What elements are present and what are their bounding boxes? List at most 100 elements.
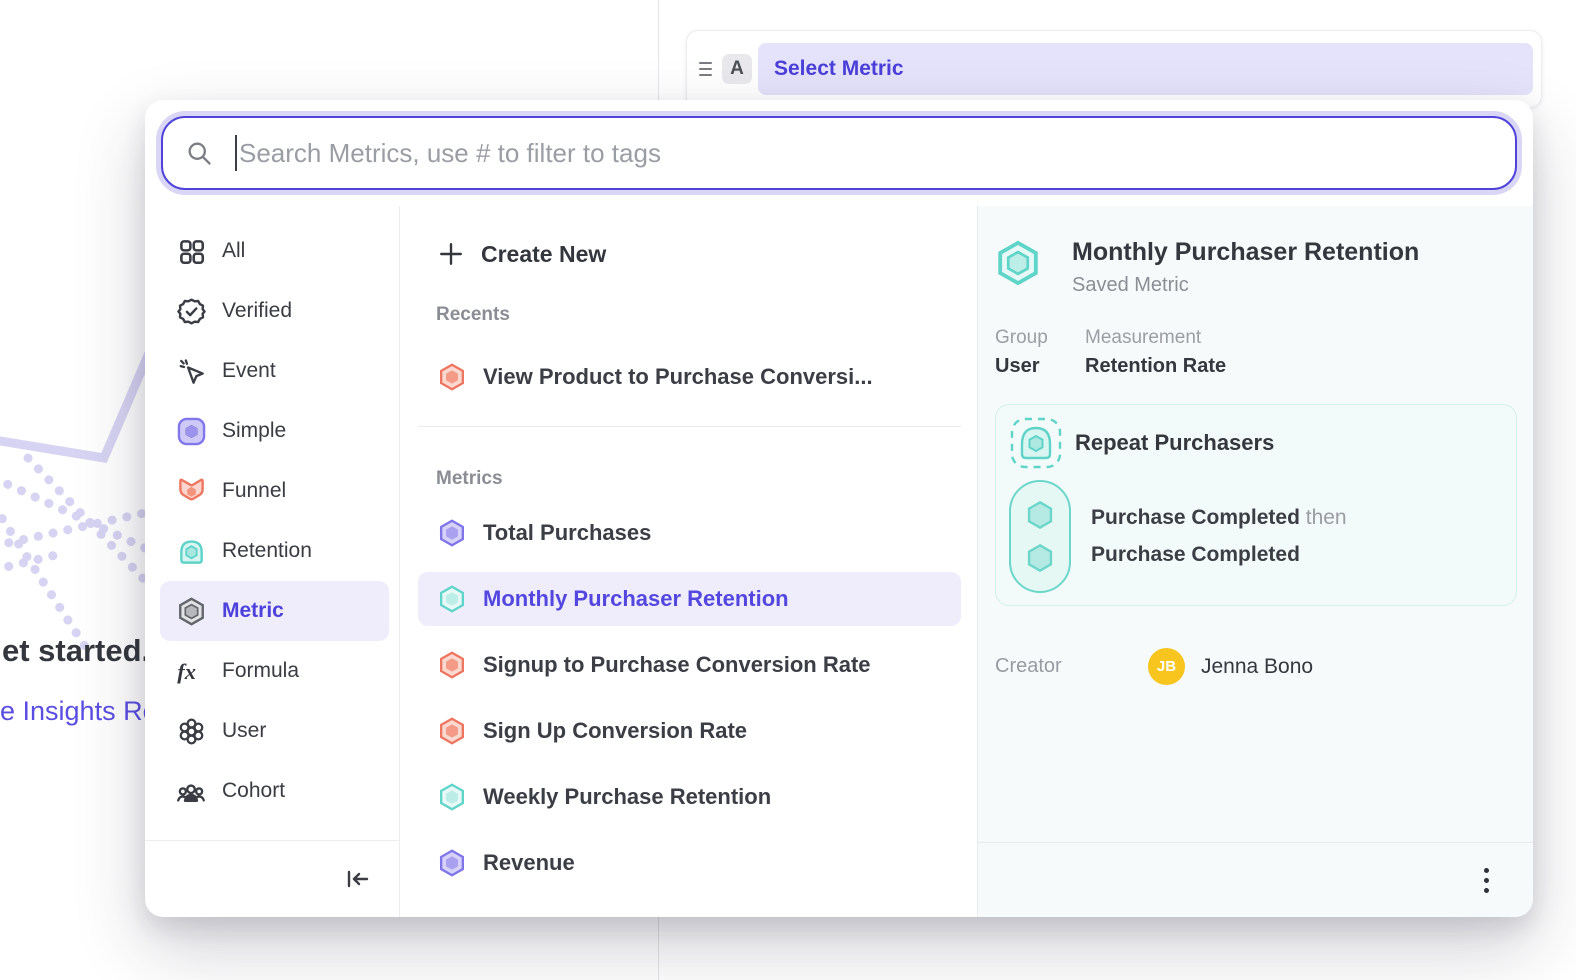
select-metric-label: Select Metric	[774, 57, 904, 81]
metric-item-label: View Product to Purchase Conversi...	[483, 364, 873, 390]
simple-tile-icon	[176, 416, 206, 446]
svg-text:fx: fx	[177, 659, 196, 684]
detail-footer	[978, 842, 1533, 917]
metric-item-label: Total Purchases	[483, 520, 651, 546]
property-label: Measurement	[1085, 327, 1519, 349]
verified-badge-icon	[176, 296, 206, 326]
user-cluster-icon	[176, 716, 206, 746]
step-hexagon-icon	[1024, 499, 1056, 531]
background-heading-fragment: et started.	[2, 633, 150, 669]
query-builder-row: A Select Metric	[686, 30, 1542, 108]
sidebar-item-label: Formula	[222, 659, 299, 683]
metric-hexagon-icon	[438, 783, 466, 811]
metric-hexagon-icon	[438, 717, 466, 745]
sidebar-item-label: User	[222, 719, 266, 743]
sidebar-item-label: All	[222, 239, 245, 263]
metric-hexagon-icon	[438, 849, 466, 877]
cohort-icon	[176, 776, 206, 806]
plus-icon	[438, 241, 464, 267]
metric-picker-modal: All Verified Event Simple Funnel Retenti…	[145, 100, 1533, 917]
background-link-fragment[interactable]: e Insights Re	[0, 696, 158, 727]
steps-pill	[1009, 480, 1071, 593]
sidebar-item-label: Simple	[222, 419, 286, 443]
text-caret	[235, 135, 237, 171]
sidebar-footer	[145, 840, 399, 917]
definition-step: Purchase Completed then	[1091, 506, 1347, 530]
event-cursor-icon	[176, 356, 206, 386]
creator-label: Creator	[995, 655, 1148, 678]
metric-list-item[interactable]: Weekly Purchase Retention	[418, 770, 961, 824]
category-sidebar: All Verified Event Simple Funnel Retenti…	[145, 206, 400, 917]
detail-properties: GroupMeasurementUserRetention Rate	[995, 327, 1519, 378]
metric-item-label: Signup to Purchase Conversion Rate	[483, 652, 871, 678]
sidebar-item-formula[interactable]: fx Formula	[160, 641, 389, 701]
creator-avatar[interactable]: JB	[1148, 648, 1185, 685]
metric-item-label: Revenue	[483, 850, 575, 876]
metric-hexagon-icon	[438, 519, 466, 547]
sidebar-item-cohort[interactable]: Cohort	[160, 761, 389, 821]
search-box[interactable]	[161, 116, 1517, 190]
funnel-icon	[176, 476, 206, 506]
definition-steps: Purchase Completed then Purchase Complete…	[1009, 480, 1516, 593]
sidebar-item-all[interactable]: All	[160, 221, 389, 281]
metric-hexagon-icon	[995, 240, 1041, 286]
sidebar-item-simple[interactable]: Simple	[160, 401, 389, 461]
definition-card[interactable]: Repeat Purchasers Purchase Completed the…	[995, 404, 1517, 606]
list-divider	[418, 426, 961, 427]
collapse-icon	[345, 867, 371, 891]
property-value: Retention Rate	[1085, 355, 1519, 378]
metric-item-label: Monthly Purchaser Retention	[483, 586, 789, 612]
retention-icon	[176, 536, 206, 566]
metric-hexagon-icon	[438, 651, 466, 679]
create-new-button[interactable]: Create New	[400, 226, 977, 282]
metric-hexagon-icon	[438, 363, 466, 391]
recents-section-label: Recents	[436, 304, 977, 326]
sidebar-item-label: Funnel	[222, 479, 286, 503]
definition-title: Repeat Purchasers	[1075, 430, 1274, 456]
step-hexagon-icon	[1024, 542, 1056, 574]
sidebar-item-label: Event	[222, 359, 276, 383]
sidebar-item-label: Cohort	[222, 779, 285, 803]
select-metric-button[interactable]: Select Metric	[758, 43, 1533, 95]
property-label: Group	[995, 327, 1085, 349]
row-label-badge: A	[722, 54, 752, 84]
retention-definition-icon	[1009, 416, 1063, 470]
grid-icon	[176, 236, 206, 266]
sidebar-item-metric[interactable]: Metric	[160, 581, 389, 641]
sidebar-item-user[interactable]: User	[160, 701, 389, 761]
search-section	[145, 100, 1533, 206]
detail-subtitle: Saved Metric	[1072, 274, 1419, 297]
metric-list-item[interactable]: Signup to Purchase Conversion Rate	[418, 638, 961, 692]
formula-icon: fx	[176, 656, 206, 686]
definition-step: Purchase Completed	[1091, 543, 1347, 567]
metric-item-label: Weekly Purchase Retention	[483, 784, 771, 810]
drag-handle-icon[interactable]	[693, 62, 718, 76]
metric-list-item[interactable]: Sign Up Conversion Rate	[418, 704, 961, 758]
creator-name: Jenna Bono	[1201, 655, 1313, 679]
sidebar-item-label: Verified	[222, 299, 292, 323]
collapse-sidebar-button[interactable]	[345, 867, 371, 891]
sidebar-item-event[interactable]: Event	[160, 341, 389, 401]
sidebar-item-retention[interactable]: Retention	[160, 521, 389, 581]
metric-list-item[interactable]: Total Purchases	[418, 506, 961, 560]
more-options-button[interactable]	[1478, 862, 1495, 899]
recent-metric-item[interactable]: View Product to Purchase Conversi...	[418, 350, 961, 404]
metric-list-column: Create New Recents View Product to Purch…	[400, 206, 977, 917]
sidebar-item-label: Metric	[222, 599, 284, 623]
detail-title: Monthly Purchaser Retention	[1072, 238, 1419, 267]
metric-list-item[interactable]: Revenue	[418, 836, 961, 890]
metric-hexagon-icon	[176, 596, 206, 626]
sidebar-item-label: Retention	[222, 539, 312, 563]
property-value: User	[995, 355, 1085, 378]
metric-item-label: Sign Up Conversion Rate	[483, 718, 747, 744]
metric-detail-panel: Monthly Purchaser Retention Saved Metric…	[977, 206, 1533, 917]
search-input[interactable]	[239, 138, 1493, 169]
sidebar-item-funnel[interactable]: Funnel	[160, 461, 389, 521]
category-list: All Verified Event Simple Funnel Retenti…	[145, 206, 399, 840]
create-new-label: Create New	[481, 241, 606, 268]
recents-list: View Product to Purchase Conversi...	[400, 350, 977, 404]
search-icon	[185, 139, 213, 167]
sidebar-item-verified[interactable]: Verified	[160, 281, 389, 341]
metric-list-item[interactable]: Monthly Purchaser Retention	[418, 572, 961, 626]
metrics-list: Total Purchases Monthly Purchaser Retent…	[400, 506, 977, 890]
